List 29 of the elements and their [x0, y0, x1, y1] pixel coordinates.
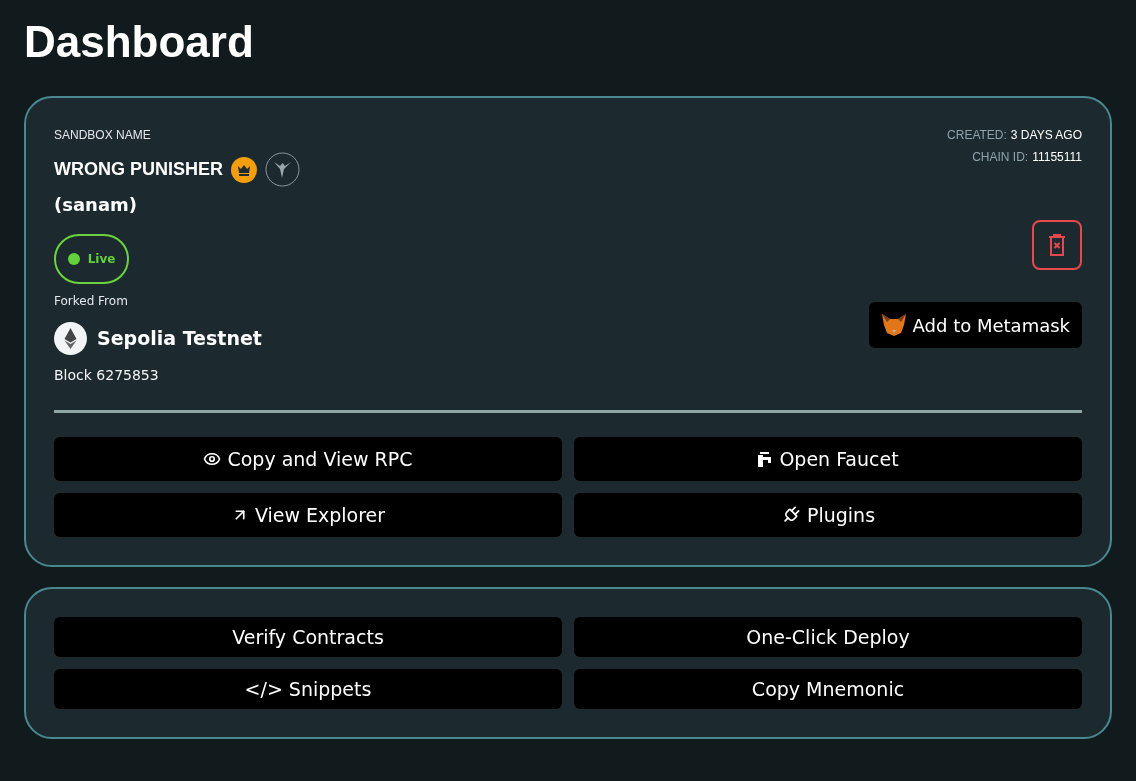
action-button[interactable]: Verify Contracts [54, 617, 562, 657]
network-name: Sepolia Testnet [97, 326, 262, 352]
status-badge: Live [54, 234, 129, 284]
forked-label: Forked From [54, 293, 129, 310]
chain-id-value: 11155111 [1032, 149, 1082, 166]
page-title: Dashboard [24, 16, 255, 68]
created-label: CREATED: [947, 127, 1007, 144]
created-value: 3 DAYS AGO [1010, 127, 1082, 144]
bird-avatar-icon [265, 152, 300, 187]
sandbox-name-label: SANDBOX NAME [54, 127, 152, 144]
delete-button[interactable] [1032, 220, 1082, 270]
faucet-icon [757, 450, 774, 468]
trash-icon [1048, 234, 1066, 256]
action-button[interactable]: Plugins [574, 493, 1082, 537]
ethereum-icon [54, 322, 87, 355]
action-button[interactable]: View Explorer [54, 493, 562, 537]
action-button[interactable]: </> Snippets [54, 669, 562, 709]
block-number: Block 6275853 [54, 366, 160, 385]
crown-icon [231, 156, 257, 183]
action-button[interactable]: Copy and View RPC [54, 437, 562, 481]
action-button[interactable]: Open Faucet [574, 437, 1082, 481]
owner-name: (sanam) [54, 193, 139, 217]
sandbox-name: WRONG PUNISHER [54, 158, 223, 181]
metamask-button[interactable]: Add to Metamask [868, 302, 1082, 348]
action-button[interactable]: Copy Mnemonic [574, 669, 1082, 709]
chain-id-label: CHAIN ID: [972, 149, 1029, 166]
eye-icon [203, 450, 222, 468]
action-button[interactable]: One-Click Deploy [574, 617, 1082, 657]
fox-icon [880, 313, 907, 337]
